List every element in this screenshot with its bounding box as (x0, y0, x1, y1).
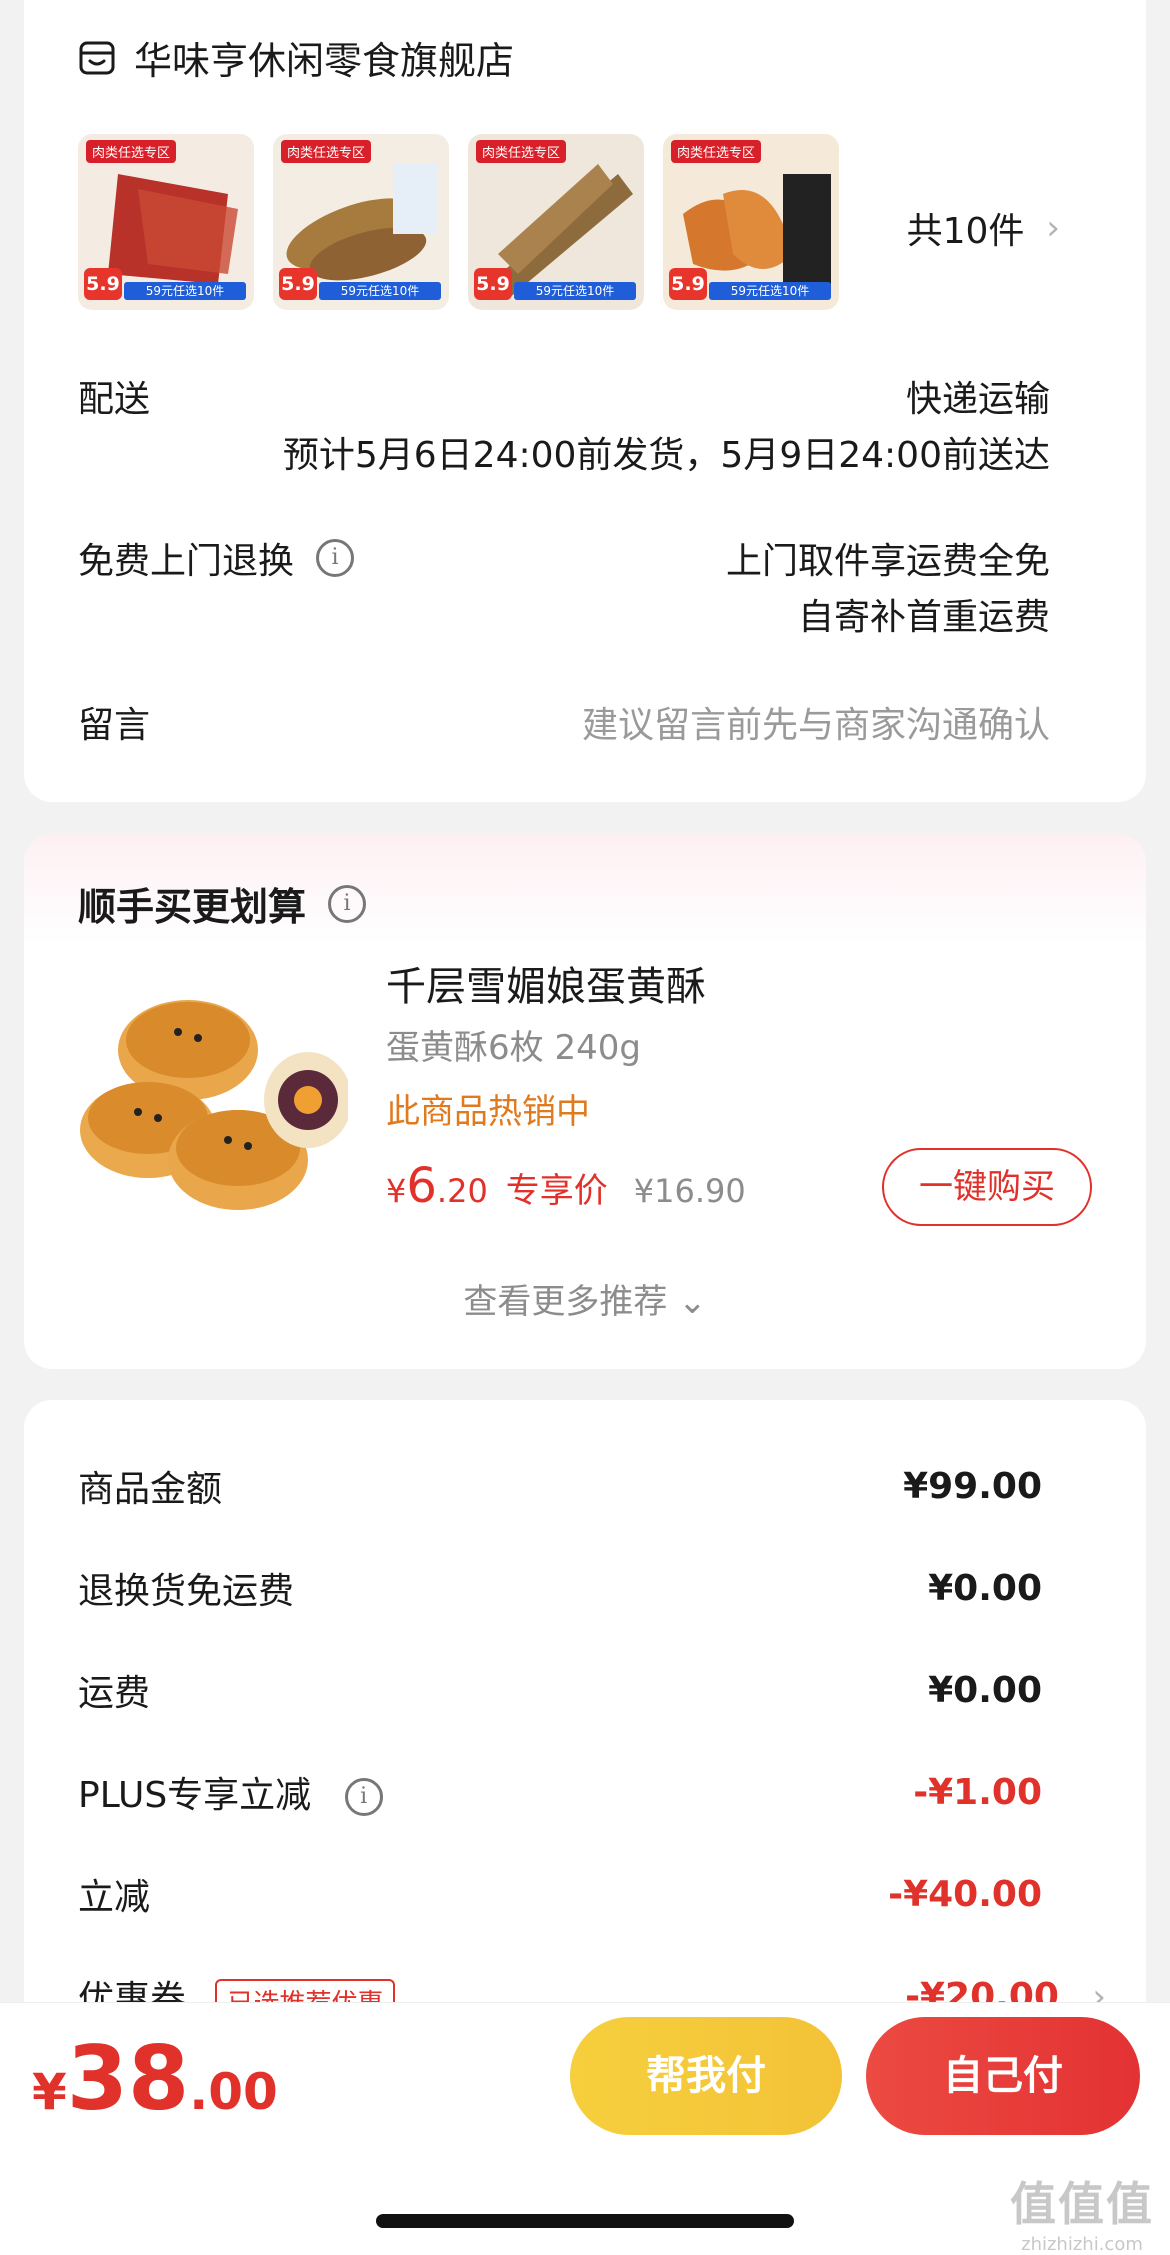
home-indicator[interactable] (376, 2214, 794, 2228)
store-card: 华味亨休闲零食旗舰店 肉类任选专区 5.9 59元任选10件 肉类任选专区 5.… (24, 0, 1146, 802)
summary-row: 退换货免运费 ¥0.00 (78, 1562, 1042, 1614)
product-thumbnail[interactable]: 肉类任选专区 5.9 59元任选10件 (78, 134, 254, 310)
thumbnail-price: 5.9 (474, 268, 512, 300)
summary-value: ¥99.00 (903, 1465, 1042, 1507)
watermark-url: zhizhizhi.com (1021, 2234, 1143, 2255)
store-header[interactable]: 华味亨休闲零食旗舰店 (78, 30, 514, 85)
summary-label: 立减 (78, 1877, 151, 1918)
thumbnail-price: 5.9 (84, 268, 122, 300)
thumbnail-tag: 肉类任选专区 (476, 140, 567, 163)
more-recommendations-link[interactable]: 查看更多推荐 ⌄ (24, 1274, 1146, 1323)
more-recommendations-label: 查看更多推荐 (463, 1282, 668, 1322)
price-decimal: .20 (436, 1172, 488, 1210)
checkout-bar: ¥ 38 .00 帮我付 自己付 (0, 2002, 1170, 2152)
returns-label: 免费上门退换 (78, 541, 295, 582)
summary-value: ¥0.00 (928, 1567, 1042, 1609)
chevron-right-icon: › (1046, 208, 1060, 248)
chevron-down-icon: ⌄ (678, 1282, 707, 1322)
item-count-label: 共10件 (906, 211, 1025, 252)
thumbnail-tag: 肉类任选专区 (86, 140, 177, 163)
product-thumbnail[interactable]: 肉类任选专区 5.9 59元任选10件 (468, 134, 644, 310)
product-thumbnails[interactable]: 肉类任选专区 5.9 59元任选10件 肉类任选专区 5.9 59元任选10件 … (78, 134, 839, 310)
total-currency: ¥ (32, 2063, 67, 2121)
returns-line2: 自寄补首重运费 (797, 597, 1050, 638)
price-summary-card: 商品金额 ¥99.00 退换货免运费 ¥0.00 运费 ¥0.00 PLUS专享… (24, 1400, 1146, 2100)
store-icon (79, 41, 115, 74)
thumbnail-banner: 59元任选10件 (319, 282, 441, 300)
summary-value: -¥1.00 (913, 1771, 1042, 1813)
product-thumbnail[interactable]: 肉类任选专区 5.9 59元任选10件 (663, 134, 839, 310)
help-me-pay-button[interactable]: 帮我付 (570, 2017, 842, 2135)
info-icon[interactable]: i (344, 1778, 383, 1816)
recommended-product-image[interactable] (78, 960, 348, 1230)
delivery-estimate: 预计5月6日24:00前发货，5月9日24:00前送达 (282, 435, 1050, 476)
total-price: ¥ 38 .00 (32, 2027, 278, 2130)
item-count-link[interactable]: 共10件 › (907, 202, 1060, 254)
original-price: ¥16.90 (633, 1172, 746, 1210)
exclusive-price-tag: 专享价 (505, 1171, 608, 1211)
info-icon[interactable]: i (316, 539, 355, 577)
recommended-product-spec: 蛋黄酥6枚 240g (386, 1028, 641, 1068)
total-decimal: .00 (189, 2063, 278, 2121)
thumbnail-tag: 肉类任选专区 (671, 140, 762, 163)
plus-discount-label-group: PLUS专享立减 i (78, 1766, 383, 1818)
price-currency: ¥ (386, 1172, 407, 1210)
recommended-product-name[interactable]: 千层雪媚娘蛋黄酥 (386, 954, 706, 1012)
thumbnail-banner: 59元任选10件 (514, 282, 636, 300)
summary-label: 运费 (78, 1673, 151, 1714)
store-name: 华味亨休闲零食旗舰店 (134, 39, 515, 83)
summary-label: 商品金额 (78, 1469, 223, 1510)
recommendation-title: 顺手买更划算 (78, 885, 307, 929)
returns-row: 免费上门退换 i (78, 532, 355, 584)
delivery-method: 快递运输 (905, 379, 1050, 420)
thumbnail-price: 5.9 (669, 268, 707, 300)
recommended-price: ¥ 6 .20 专享价 ¥16.90 (386, 1158, 746, 1214)
total-integer: 38 (66, 2027, 190, 2130)
delivery-label: 配送 (78, 379, 151, 420)
pay-myself-button[interactable]: 自己付 (866, 2017, 1140, 2135)
summary-value: ¥0.00 (928, 1669, 1042, 1711)
returns-line1: 上门取件享运费全免 (725, 541, 1050, 582)
thumbnail-tag: 肉类任选专区 (281, 140, 372, 163)
recommendation-header: 顺手买更划算 i (78, 876, 367, 931)
egg-yolk-pastry-image (78, 960, 348, 1230)
summary-row: 运费 ¥0.00 (78, 1664, 1042, 1716)
product-thumbnail[interactable]: 肉类任选专区 5.9 59元任选10件 (273, 134, 449, 310)
summary-value: -¥40.00 (888, 1873, 1042, 1915)
thumbnail-banner: 59元任选10件 (124, 282, 246, 300)
message-input[interactable]: 建议留言前先与商家沟通确认 (582, 696, 1050, 748)
info-icon[interactable]: i (328, 884, 367, 923)
thumbnail-price: 5.9 (279, 268, 317, 300)
one-click-buy-button[interactable]: 一键购买 (882, 1148, 1092, 1226)
hot-selling-label: 此商品热销中 (386, 1092, 590, 1132)
summary-row: 立减 -¥40.00 (78, 1868, 1042, 1920)
summary-label: 退换货免运费 (78, 1571, 295, 1612)
recommendation-card: 顺手买更划算 i 千层雪媚娘蛋黄酥 蛋黄酥6枚 240g 此商品热销中 ¥ 6 … (24, 834, 1146, 1369)
price-integer: 6 (406, 1158, 437, 1214)
summary-label: PLUS专享立减 (78, 1775, 312, 1816)
summary-row: PLUS专享立减 i -¥1.00 (78, 1766, 1042, 1818)
watermark-logo: 值值值 (1010, 2177, 1154, 2231)
summary-row: 商品金额 ¥99.00 (78, 1460, 1042, 1512)
watermark: 值值值 zhizhizhi.com (1010, 2168, 1154, 2255)
thumbnail-banner: 59元任选10件 (709, 282, 831, 300)
message-label: 留言 (78, 705, 151, 746)
home-indicator-area (0, 2152, 1170, 2255)
